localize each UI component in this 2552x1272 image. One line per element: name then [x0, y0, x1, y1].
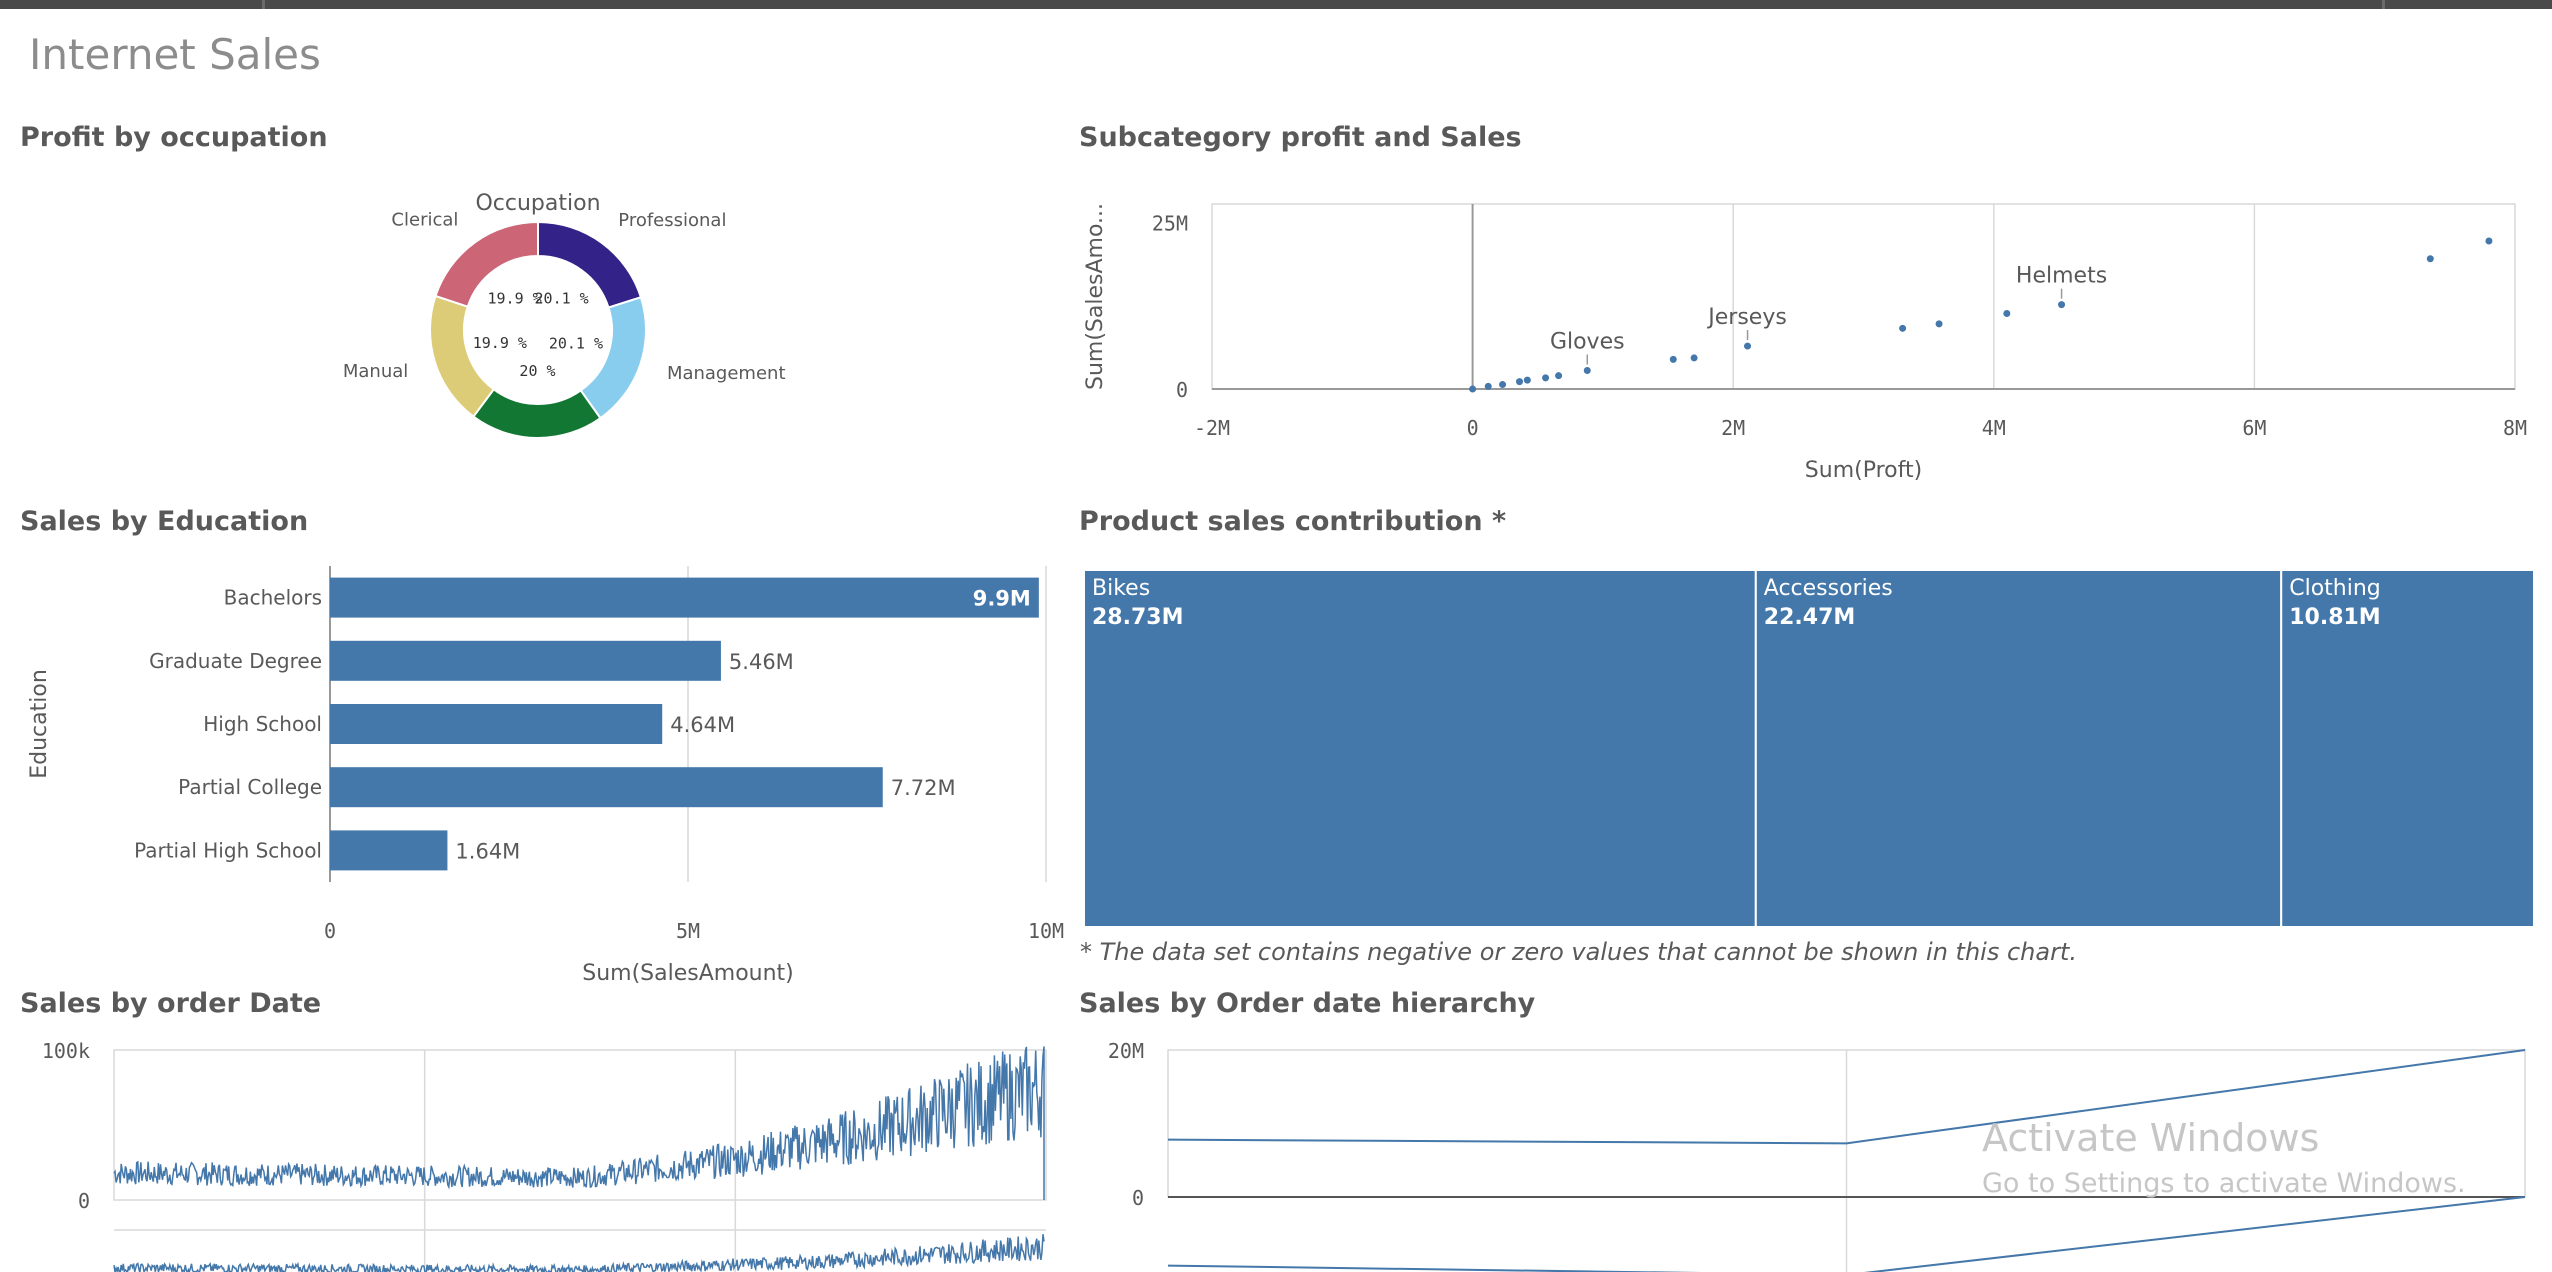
scatter-point — [1583, 367, 1591, 374]
bar — [330, 830, 448, 871]
x-tick-label: 5M — [676, 919, 700, 943]
point-label: Gloves — [1550, 330, 1625, 355]
scatter-point — [1899, 324, 1907, 332]
series-line — [113, 1234, 1045, 1272]
y-tick-label: 0 — [1176, 378, 1188, 402]
subcategory-scatter-chart[interactable]: -2M 0 2M 4M 6M 8M025MSum(Proft)Sum(SalesAmo..… — [1079, 180, 2549, 500]
x-tick-label: 4M — [1982, 416, 2006, 440]
contribution-treemap[interactable]: Bikes 28.73M Accessories 22.47M Clothing 10.8… — [1083, 569, 2535, 928]
scatter-point — [1744, 342, 1752, 350]
bar — [330, 577, 1039, 618]
donut-slice-percent: 19.9 % — [473, 334, 527, 352]
panel-title-education: Sales by Education — [20, 506, 309, 537]
y-tick-label: 20M — [1108, 1039, 1144, 1063]
scatter-point — [2058, 301, 2066, 309]
treemap-tile-value: 10.81M — [2289, 605, 2380, 630]
bar — [330, 704, 663, 744]
y-axis-label: Education — [27, 669, 52, 779]
donut-slice-label: Professional — [618, 210, 726, 231]
treemap-tile — [1083, 569, 1757, 928]
top-bar — [0, 0, 2552, 9]
bar — [330, 767, 883, 808]
y-axis-label: Sum(SalesAmo... — [1083, 203, 1108, 390]
treemap-tile-name: Accessories — [1764, 576, 1893, 601]
x-tick-label: 2M — [1721, 416, 1745, 440]
x-tick-label: -2M — [1194, 416, 1230, 440]
x-tick-label: 6M — [2242, 416, 2266, 440]
scatter-point — [1484, 382, 1492, 390]
order-hierarchy-line-chart[interactable]: 0 20M — [1079, 1039, 2549, 1272]
donut-title: Occupation — [475, 191, 600, 216]
x-axis-label: Sum(SalesAmount) — [582, 961, 794, 986]
x-tick-label: 8M — [2503, 416, 2527, 440]
category-label: Bachelors — [224, 586, 322, 610]
panel-title-order-hierarchy: Sales by Order date hierarchy — [1079, 988, 1536, 1019]
scatter-point — [1499, 381, 1507, 389]
activate-windows-subtitle: Go to Settings to activate Windows. — [1982, 1168, 2466, 1199]
donut-slice-percent: 20.1 % — [549, 335, 603, 353]
point-label: Jerseys — [1706, 305, 1787, 330]
treemap-tile-value: 22.47M — [1764, 605, 1855, 630]
scatter-point — [2485, 237, 2493, 245]
donut-slice-label: Management — [667, 363, 786, 384]
scatter-point — [1469, 385, 1477, 393]
panel-title-order-date: Sales by order Date — [20, 988, 322, 1019]
donut-slice-percent: 20.1 % — [535, 290, 589, 308]
page-title: Internet Sales — [29, 30, 321, 79]
donut-slice-label: Manual — [343, 361, 408, 382]
x-tick-label: 0 — [1467, 416, 1479, 440]
donut-slice — [579, 296, 647, 420]
bar-value-label: 4.64M — [670, 713, 735, 737]
bar-value-label: 1.64M — [455, 839, 520, 863]
category-label: Graduate Degree — [149, 649, 322, 673]
scatter-point — [2426, 255, 2434, 263]
education-bar-chart[interactable]: 0 5M 10M Bachelors 9.9M Graduate Degree 5.46M H… — [20, 560, 1064, 986]
category-label: Partial High School — [134, 838, 322, 862]
panel-title-occupation: Profit by occupation — [20, 122, 328, 153]
category-label: High School — [203, 712, 322, 736]
series-line — [113, 1046, 1045, 1200]
donut-slice-percent: 19.9 % — [487, 290, 541, 308]
panel-title-subcategory: Subcategory profit and Sales — [1079, 122, 1522, 153]
top-bar-separator — [262, 0, 265, 9]
contribution-footnote: * The data set contains negative or zero… — [1080, 938, 2077, 966]
bar — [330, 640, 721, 681]
scatter-point — [1555, 372, 1563, 380]
y-tick-label: 0 — [1132, 1186, 1144, 1210]
donut-slice-label: Clerical — [391, 210, 458, 231]
order-date-line-chart[interactable]: 0 100k — [20, 1039, 1060, 1272]
bar-value-label: 5.46M — [729, 650, 794, 674]
donut-slice-percent: 20 % — [519, 362, 555, 380]
category-label: Partial College — [178, 775, 322, 799]
x-tick-label: 10M — [1028, 919, 1064, 943]
point-label: Helmets — [2016, 264, 2107, 289]
donut-slice — [429, 294, 496, 418]
y-tick-label: 0 — [78, 1189, 90, 1213]
panel-title-contribution: Product sales contribution * — [1079, 506, 1507, 537]
treemap-tile-name: Clothing — [2289, 576, 2381, 601]
top-bar-separator — [2382, 0, 2385, 9]
scatter-point — [1516, 378, 1524, 386]
scatter-point — [1690, 354, 1698, 362]
bar-value-label: 9.9M — [973, 587, 1031, 611]
occupation-donut-chart[interactable]: Occupation 20.1 % Professional 20.1 % Manage… — [340, 180, 800, 480]
bar-value-label: 7.72M — [891, 776, 956, 800]
scatter-point — [1523, 376, 1531, 384]
treemap-tile-value: 28.73M — [1092, 605, 1183, 630]
treemap-tile-name: Bikes — [1092, 576, 1150, 601]
scatter-point — [1542, 374, 1550, 382]
scatter-point — [2003, 310, 2011, 318]
y-tick-label: 100k — [42, 1039, 90, 1063]
y-tick-label: 25M — [1152, 212, 1188, 236]
scatter-point — [1935, 320, 1943, 328]
donut-slice — [472, 387, 602, 439]
plot-frame — [1211, 203, 2516, 390]
scatter-point — [1669, 355, 1677, 363]
x-axis-label: Sum(Proft) — [1805, 458, 1922, 483]
activate-windows-title: Activate Windows — [1982, 1116, 2320, 1160]
x-tick-label: 0 — [324, 919, 336, 943]
